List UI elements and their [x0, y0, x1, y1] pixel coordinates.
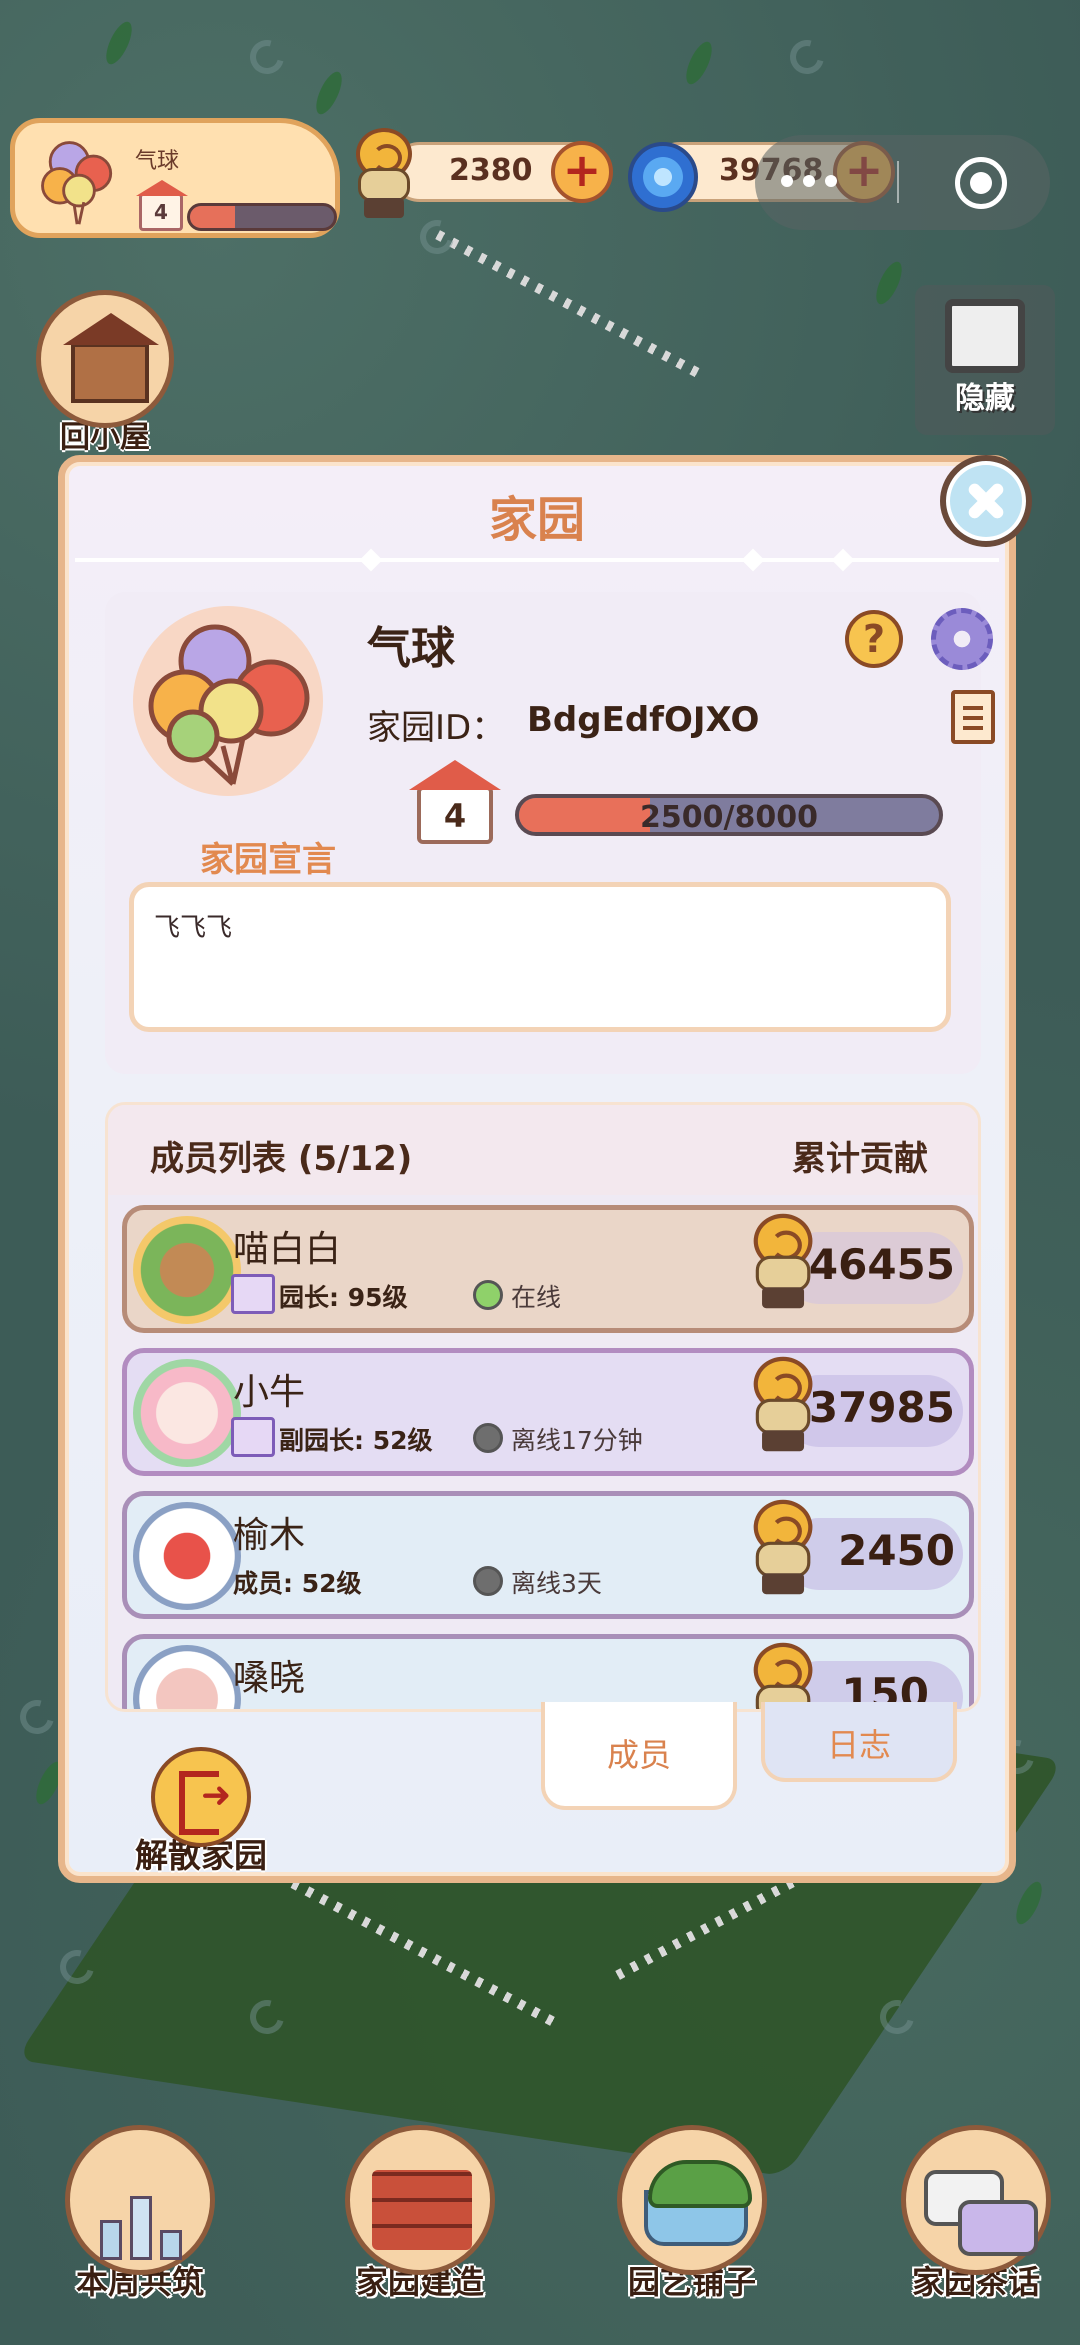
offline-status-icon: [473, 1566, 503, 1596]
add-coins-button[interactable]: +: [551, 141, 613, 203]
home-exp-bar: 2500/8000: [515, 794, 943, 836]
home-name: 气球: [367, 623, 455, 674]
coin-counter: 2380 +: [390, 141, 613, 203]
balloon-bunch-icon: [148, 624, 310, 786]
ranking-bars-icon: [65, 2125, 215, 2275]
willow-leaf: [101, 18, 137, 68]
home-chat-button[interactable]: 家园茶话: [876, 2125, 1076, 2303]
fence: [435, 230, 705, 380]
member-score: 2450: [838, 1526, 955, 1575]
home-profile-card[interactable]: 气球 4: [10, 118, 340, 238]
close-dialog-button[interactable]: [940, 455, 1032, 547]
dialog-title: 家园: [488, 492, 585, 548]
snail-coin-icon: [745, 1356, 819, 1452]
coin-value: 2380: [449, 153, 533, 188]
moon-pattern-icon: [783, 33, 831, 81]
member-name: 小牛: [233, 1372, 306, 1413]
help-icon[interactable]: ?: [845, 610, 903, 668]
snail-coin-icon: [348, 128, 418, 218]
contribution-label: 累计贡献: [792, 1139, 928, 1179]
snail-coin-icon: [745, 1499, 819, 1595]
home-info-panel: 气球 ? 家园ID： BdgEdfOJXO 4 2500/8000 家园宣言 飞…: [105, 592, 995, 1074]
profile-level-badge: 4: [136, 180, 188, 231]
exit-door-icon: [151, 1747, 251, 1847]
moon-pattern-icon: [13, 1693, 61, 1741]
willow-leaf: [871, 258, 907, 308]
member-name: 嗓晓: [233, 1658, 306, 1699]
manifesto-box[interactable]: 飞飞飞: [129, 882, 951, 1032]
member-avatar: [133, 1216, 241, 1324]
member-role: 副园长: 52级: [279, 1426, 433, 1455]
home-avatar: [133, 606, 323, 796]
menu-divider: [897, 161, 899, 203]
more-dots-icon[interactable]: [803, 175, 815, 187]
member-score: 46455: [808, 1240, 955, 1289]
profile-exp-fill: [190, 206, 235, 228]
member-role: 成员: 52级: [233, 1569, 362, 1598]
manifesto-text: 飞飞飞: [154, 913, 233, 943]
home-id-value: BdgEdfOJXO: [527, 700, 760, 740]
planter-icon: [617, 2125, 767, 2275]
garden-shop-button[interactable]: 园艺铺子: [592, 2125, 792, 2303]
online-status-icon: [473, 1280, 503, 1310]
tab-members[interactable]: 成员: [541, 1702, 737, 1810]
members-count-label: 成员列表 (5/12): [150, 1139, 413, 1179]
member-name: 榆木: [233, 1515, 306, 1556]
weekly-build-button[interactable]: 本周共筑: [40, 2125, 240, 2303]
member-avatar: [133, 1645, 241, 1709]
tab-log[interactable]: 日志: [761, 1702, 957, 1782]
frame-icon: [945, 299, 1025, 373]
moon-pattern-icon: [413, 213, 461, 261]
members-header: 成员列表 (5/12) 累计贡献: [108, 1105, 978, 1195]
hide-ui-label: 隐藏: [955, 381, 1015, 416]
chat-bubbles-icon: [901, 2125, 1051, 2275]
member-status: 在线: [511, 1283, 562, 1312]
member-status: 离线3天: [511, 1569, 602, 1598]
profile-exp-bar: [187, 203, 337, 231]
home-construction-button[interactable]: 家园建造: [320, 2125, 520, 2303]
home-dialog: 家园 气球 ? 家园ID： BdgEdfOJXO 4 2500/8000 家园宣: [58, 455, 1016, 1883]
settings-gear-icon[interactable]: [931, 608, 993, 670]
offline-status-icon: [473, 1423, 503, 1453]
miniprogram-menu-capsule: [755, 135, 1050, 230]
snail-coin-icon: [745, 1213, 819, 1309]
member-row[interactable]: 喵白白 园长: 95级 在线 46455: [122, 1205, 974, 1333]
bricks-trowel-icon: [345, 2125, 495, 2275]
members-panel[interactable]: 成员列表 (5/12) 累计贡献 喵白白 园长: 95级 在线 46455 小牛…: [105, 1102, 981, 1712]
home-exp-text: 2500/8000: [640, 800, 818, 835]
willow-leaf: [681, 38, 717, 88]
profile-name: 气球: [135, 149, 180, 174]
member-row[interactable]: 小牛 副园长: 52级 离线17分钟 37985: [122, 1348, 974, 1476]
member-row[interactable]: 榆木 成员: 52级 离线3天 2450: [122, 1491, 974, 1619]
member-name: 喵白白: [233, 1229, 342, 1270]
member-row[interactable]: 嗓晓 150: [122, 1634, 974, 1709]
copy-id-icon[interactable]: [951, 690, 995, 744]
member-status: 离线17分钟: [511, 1426, 643, 1455]
hide-ui-button[interactable]: 隐藏: [915, 285, 1055, 435]
member-role: 园长: 95级: [279, 1283, 408, 1312]
title-divider: [75, 548, 999, 572]
willow-leaf: [311, 68, 347, 118]
willow-leaf: [1011, 1878, 1047, 1928]
member-avatar: [133, 1359, 241, 1467]
disband-home-button[interactable]: 解散家园: [101, 1747, 301, 1877]
swirl-gem-icon: [628, 142, 698, 212]
balloon-avatar-icon: [41, 141, 113, 225]
member-score: 37985: [808, 1383, 955, 1432]
house-role-icon: [231, 1417, 275, 1457]
manifesto-label: 家园宣言: [200, 840, 336, 880]
home-id-label: 家园ID：: [367, 708, 506, 748]
crown-role-icon: [231, 1274, 275, 1314]
member-avatar: [133, 1502, 241, 1610]
moon-pattern-icon: [243, 33, 291, 81]
home-level-badge: 4: [409, 760, 501, 844]
cabin-icon: [36, 290, 174, 428]
record-target-icon[interactable]: [955, 157, 1007, 209]
back-to-cabin-button[interactable]: 回小屋: [30, 290, 180, 456]
